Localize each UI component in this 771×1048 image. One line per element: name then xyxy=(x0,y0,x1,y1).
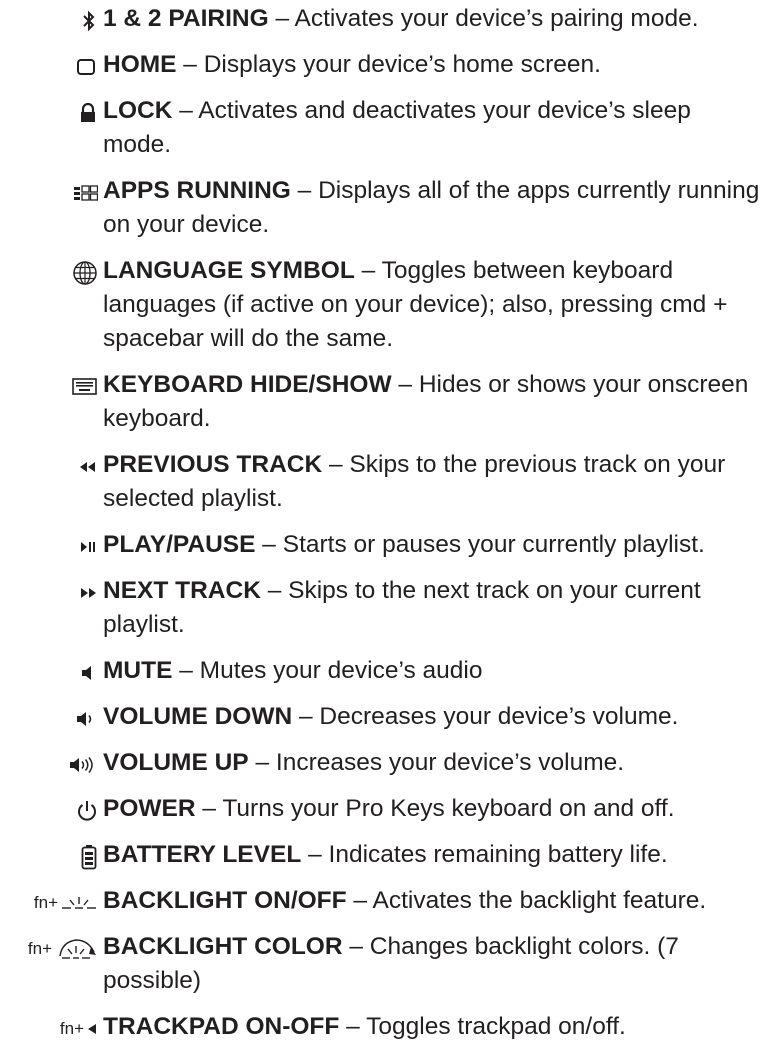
item-title: MUTE xyxy=(103,657,173,684)
volume-down-icon xyxy=(0,700,100,738)
item-description: – Activates and deactivates your device’… xyxy=(103,97,691,158)
list-item-play-pause: PLAY/PAUSE – Starts or pauses your curre… xyxy=(0,528,771,562)
item-title: PREVIOUS TRACK xyxy=(103,451,323,478)
item-title: APPS RUNNING xyxy=(103,177,291,204)
list-item-backlight-color: fn+ BACKLIGHT COLOR – Changes backlight … xyxy=(0,930,771,998)
volume-up-icon xyxy=(0,746,100,784)
list-item-volume-up: VOLUME UP – Increases your device’s volu… xyxy=(0,746,771,780)
list-item-pairing: 1 & 2 PAIRING – Activates your device’s … xyxy=(0,2,771,36)
item-title: LANGUAGE SYMBOL xyxy=(103,257,355,284)
play-pause-icon xyxy=(0,528,100,566)
backlight-color-icon: fn+ xyxy=(0,930,100,968)
item-title: TRACKPAD ON-OFF xyxy=(103,1013,340,1040)
item-title: BACKLIGHT ON/OFF xyxy=(103,887,347,914)
home-icon xyxy=(0,48,100,86)
list-item-trackpad-on-off: fn+ TRACKPAD ON-OFF – Toggles trackpad o… xyxy=(0,1010,771,1044)
list-item-next-track: NEXT TRACK – Skips to the next track on … xyxy=(0,574,771,642)
list-item-previous-track: PREVIOUS TRACK – Skips to the previous t… xyxy=(0,448,771,516)
item-description: – Mutes your device’s audio xyxy=(172,657,483,684)
item-description: – Indicates remaining battery life. xyxy=(301,841,668,868)
backlight-icon: fn+ xyxy=(0,884,100,922)
fn-key-label: fn+ xyxy=(33,893,58,912)
fn-key-label: fn+ xyxy=(59,1019,84,1038)
previous-track-icon xyxy=(0,448,100,486)
fn-key-label: fn+ xyxy=(27,939,52,958)
item-title: BACKLIGHT COLOR xyxy=(103,933,343,960)
item-description: – Starts or pauses your currently playli… xyxy=(255,531,705,558)
keyboard-icon xyxy=(0,368,100,406)
list-item-lock: LOCK – Activates and deactivates your de… xyxy=(0,94,771,162)
bluetooth-icon xyxy=(0,2,100,40)
item-title: VOLUME DOWN xyxy=(103,703,293,730)
list-item-mute: MUTE – Mutes your device’s audio xyxy=(0,654,771,688)
item-title: LOCK xyxy=(103,97,173,124)
mute-icon xyxy=(0,654,100,692)
item-description: – Increases your device’s volume. xyxy=(248,749,625,776)
lock-icon xyxy=(0,94,100,132)
item-description: – Activates your device’s pairing mode. xyxy=(268,5,699,32)
apps-running-icon xyxy=(0,174,100,212)
item-title: HOME xyxy=(103,51,177,78)
globe-icon xyxy=(0,254,100,292)
list-item-battery-level: BATTERY LEVEL – Indicates remaining batt… xyxy=(0,838,771,872)
item-description: – Toggles trackpad on/off. xyxy=(339,1013,626,1040)
item-description: – Activates the backlight feature. xyxy=(346,887,707,914)
trackpad-icon: fn+ xyxy=(0,1010,100,1048)
list-item-language-symbol: LANGUAGE SYMBOL – Toggles between keyboa… xyxy=(0,254,771,356)
item-title: 1 & 2 PAIRING xyxy=(103,5,269,32)
item-title: PLAY/PAUSE xyxy=(103,531,256,558)
item-description: – Decreases your device’s volume. xyxy=(292,703,679,730)
battery-icon xyxy=(0,838,100,876)
list-item-volume-down: VOLUME DOWN – Decreases your device’s vo… xyxy=(0,700,771,734)
keyboard-function-list: 1 & 2 PAIRING – Activates your device’s … xyxy=(0,0,771,1040)
item-title: NEXT TRACK xyxy=(103,577,261,604)
item-title: BATTERY LEVEL xyxy=(103,841,302,868)
item-title: POWER xyxy=(103,795,196,822)
list-item-keyboard-hide-show: KEYBOARD HIDE/SHOW – Hides or shows your… xyxy=(0,368,771,436)
list-item-power: POWER – Turns your Pro Keys keyboard on … xyxy=(0,792,771,826)
list-item-home: HOME – Displays your device’s home scree… xyxy=(0,48,771,82)
item-description: – Turns your Pro Keys keyboard on and of… xyxy=(195,795,675,822)
power-icon xyxy=(0,792,100,830)
item-title: KEYBOARD HIDE/SHOW xyxy=(103,371,392,398)
item-title: VOLUME UP xyxy=(103,749,249,776)
list-item-backlight-on-off: fn+ BACKLIGHT ON/OFF – Activates the bac… xyxy=(0,884,771,918)
list-item-apps-running: APPS RUNNING – Displays all of the apps … xyxy=(0,174,771,242)
next-track-icon xyxy=(0,574,100,612)
item-description: – Displays your device’s home screen. xyxy=(176,51,601,78)
